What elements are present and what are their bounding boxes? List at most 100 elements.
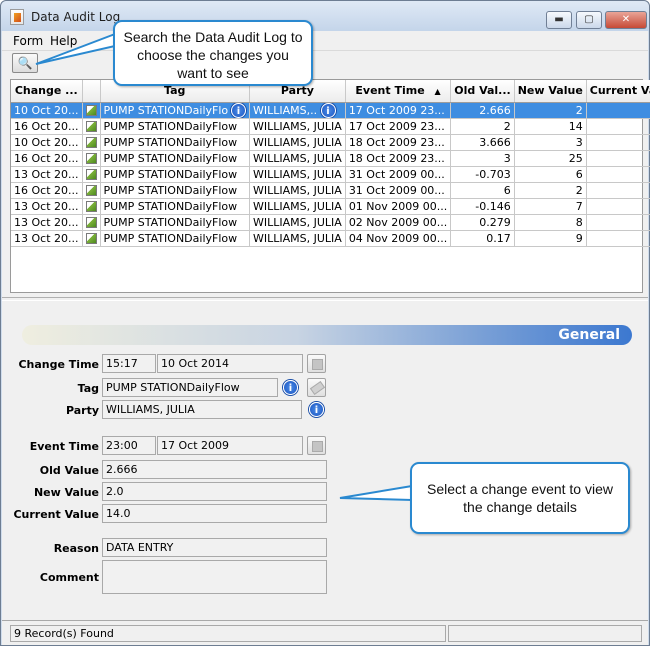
table-row[interactable]: 16 Oct 20... PUMP STATIONDailyFlow WILLI… bbox=[11, 150, 650, 167]
column-header-old-value[interactable]: Old Val... bbox=[450, 80, 515, 103]
cell-tag: PUMP STATIONDailyFlow bbox=[100, 230, 250, 247]
old-value-field[interactable]: 2.666 bbox=[102, 460, 327, 479]
cell-tag: PUMP STATIONDailyFlow bbox=[100, 198, 250, 215]
event-time-time-field[interactable]: 23:00 bbox=[102, 436, 156, 455]
edit-icon bbox=[85, 153, 97, 164]
cell-event-time: 17 Oct 2009 23... bbox=[345, 102, 452, 119]
cell-tag: PUMP STATIONDailyFlow i bbox=[100, 102, 250, 119]
party-info-icon[interactable]: i bbox=[320, 102, 336, 117]
table-row[interactable]: 13 Oct 20... PUMP STATIONDailyFlow WILLI… bbox=[11, 198, 650, 215]
title-bar[interactable]: Data Audit Log ▬ ▢ ✕ bbox=[1, 1, 649, 31]
change-time-calendar-button[interactable] bbox=[307, 354, 326, 373]
cell-edit bbox=[82, 182, 101, 199]
table-row[interactable]: 13 Oct 20... PUMP STATIONDailyFlow WILLI… bbox=[11, 230, 650, 247]
change-time-date-field[interactable]: 10 Oct 2014 bbox=[157, 354, 303, 373]
cell-old-value: 2 bbox=[450, 118, 515, 135]
cell-tag: PUMP STATIONDailyFlow bbox=[100, 150, 250, 167]
table-row[interactable]: 16 Oct 20... PUMP STATIONDailyFlow WILLI… bbox=[11, 182, 650, 199]
event-time-date-field[interactable]: 17 Oct 2009 bbox=[157, 436, 303, 455]
binoculars-icon: 🔍 bbox=[17, 56, 33, 70]
event-time-calendar-button[interactable] bbox=[307, 436, 326, 455]
current-value-field[interactable]: 14.0 bbox=[102, 504, 327, 523]
cell-new-value: 2 bbox=[514, 102, 587, 119]
cell-old-value: 0.17 bbox=[450, 230, 515, 247]
cell-change-time: 10 Oct 20... bbox=[11, 102, 83, 119]
table-row[interactable]: 10 Oct 20... PUMP STATIONDailyFlow WILLI… bbox=[11, 134, 650, 151]
column-header-event-time[interactable]: Event Time ▲ bbox=[345, 80, 452, 103]
table-row[interactable]: 10 Oct 20... PUMP STATIONDailyFlow i WIL… bbox=[11, 102, 650, 119]
audit-table: Change ... Tag Party Event Time ▲ Old Va… bbox=[11, 80, 650, 247]
edit-icon bbox=[85, 121, 97, 132]
cell-edit bbox=[82, 118, 101, 135]
cell-party: WILLIAMS, JULIA bbox=[249, 118, 346, 135]
column-header-current-value[interactable]: Current Val... bbox=[586, 80, 650, 103]
table-row[interactable]: 13 Oct 20... PUMP STATIONDailyFlow WILLI… bbox=[11, 214, 650, 231]
cell-new-value: 7 bbox=[514, 198, 587, 215]
cell-current-value: 7 bbox=[586, 198, 650, 215]
minimize-button[interactable]: ▬ bbox=[546, 11, 572, 29]
cell-event-time: 18 Oct 2009 23... bbox=[345, 134, 452, 151]
app-icon bbox=[10, 9, 24, 25]
cell-tag-text: PUMP STATIONDailyFlow bbox=[103, 103, 228, 117]
maximize-button[interactable]: ▢ bbox=[576, 11, 602, 29]
tag-info-icon[interactable]: i bbox=[283, 380, 298, 395]
menu-help[interactable]: Help bbox=[50, 34, 77, 48]
column-header-event-time-label: Event Time bbox=[355, 84, 425, 98]
column-header-icon[interactable] bbox=[82, 80, 101, 103]
edit-icon bbox=[85, 217, 97, 228]
cell-edit bbox=[82, 134, 101, 151]
party-field[interactable]: WILLIAMS, JULIA bbox=[102, 400, 302, 419]
cell-old-value: 2.666 bbox=[450, 102, 515, 119]
cell-current-value: 14 bbox=[586, 118, 650, 135]
toolbar: 🔍 bbox=[2, 51, 648, 77]
cell-current-value: 9 bbox=[586, 230, 650, 247]
search-audit-log-button[interactable]: 🔍 bbox=[12, 53, 38, 73]
menu-form[interactable]: Form bbox=[13, 34, 43, 48]
audit-log-table[interactable]: Change ... Tag Party Event Time ▲ Old Va… bbox=[10, 79, 650, 293]
column-header-new-value[interactable]: New Value bbox=[514, 80, 587, 103]
cell-edit bbox=[82, 214, 101, 231]
cell-new-value: 9 bbox=[514, 230, 587, 247]
pane-splitter[interactable] bbox=[2, 297, 648, 301]
cell-event-time: 18 Oct 2009 23... bbox=[345, 150, 452, 167]
sort-ascending-icon: ▲ bbox=[434, 87, 441, 97]
reason-field[interactable]: DATA ENTRY bbox=[102, 538, 327, 557]
edit-icon bbox=[85, 233, 97, 244]
event-time-label: Event Time bbox=[29, 440, 99, 453]
cell-party: WILLIAMS, JULIA bbox=[249, 214, 346, 231]
cell-new-value: 2 bbox=[514, 182, 587, 199]
column-header-change-time[interactable]: Change ... bbox=[11, 80, 83, 103]
table-row[interactable]: 13 Oct 20... PUMP STATIONDailyFlow WILLI… bbox=[11, 166, 650, 183]
cell-current-value: 2 bbox=[586, 182, 650, 199]
close-button[interactable]: ✕ bbox=[605, 11, 647, 29]
new-value-field[interactable]: 2.0 bbox=[102, 482, 327, 501]
change-time-time-field[interactable]: 15:17 bbox=[102, 354, 156, 373]
select-help-callout: Select a change event to view the change… bbox=[410, 462, 630, 534]
cell-party-text: WILLIAMS,... bbox=[253, 103, 317, 117]
general-section-title: General bbox=[558, 327, 620, 343]
table-header-row: Change ... Tag Party Event Time ▲ Old Va… bbox=[11, 80, 650, 103]
cell-change-time: 16 Oct 20... bbox=[11, 150, 83, 167]
cell-edit bbox=[82, 102, 101, 119]
cell-edit bbox=[82, 198, 101, 215]
cell-party: WILLIAMS, JULIA bbox=[249, 198, 346, 215]
change-time-label: Change Time bbox=[18, 358, 99, 371]
edit-icon bbox=[85, 169, 97, 180]
tag-info-icon[interactable]: i bbox=[231, 102, 246, 117]
cell-old-value: 3.666 bbox=[450, 134, 515, 151]
cell-party: WILLIAMS, JULIA bbox=[249, 230, 346, 247]
search-help-callout: Search the Data Audit Log to choose the … bbox=[113, 20, 313, 86]
cell-tag: PUMP STATIONDailyFlow bbox=[100, 214, 250, 231]
cell-change-time: 13 Oct 20... bbox=[11, 230, 83, 247]
cell-change-time: 13 Oct 20... bbox=[11, 198, 83, 215]
current-value-label: Current Value bbox=[13, 508, 99, 521]
party-info-icon[interactable]: i bbox=[309, 402, 324, 417]
cell-event-time: 02 Nov 2009 00... bbox=[345, 214, 452, 231]
cell-tag: PUMP STATIONDailyFlow bbox=[100, 118, 250, 135]
cell-old-value: 6 bbox=[450, 182, 515, 199]
clear-tag-button[interactable] bbox=[307, 378, 326, 397]
comment-field[interactable] bbox=[102, 560, 327, 594]
edit-icon bbox=[85, 201, 97, 212]
table-row[interactable]: 16 Oct 20... PUMP STATIONDailyFlow WILLI… bbox=[11, 118, 650, 135]
tag-field[interactable]: PUMP STATIONDailyFlow bbox=[102, 378, 278, 397]
